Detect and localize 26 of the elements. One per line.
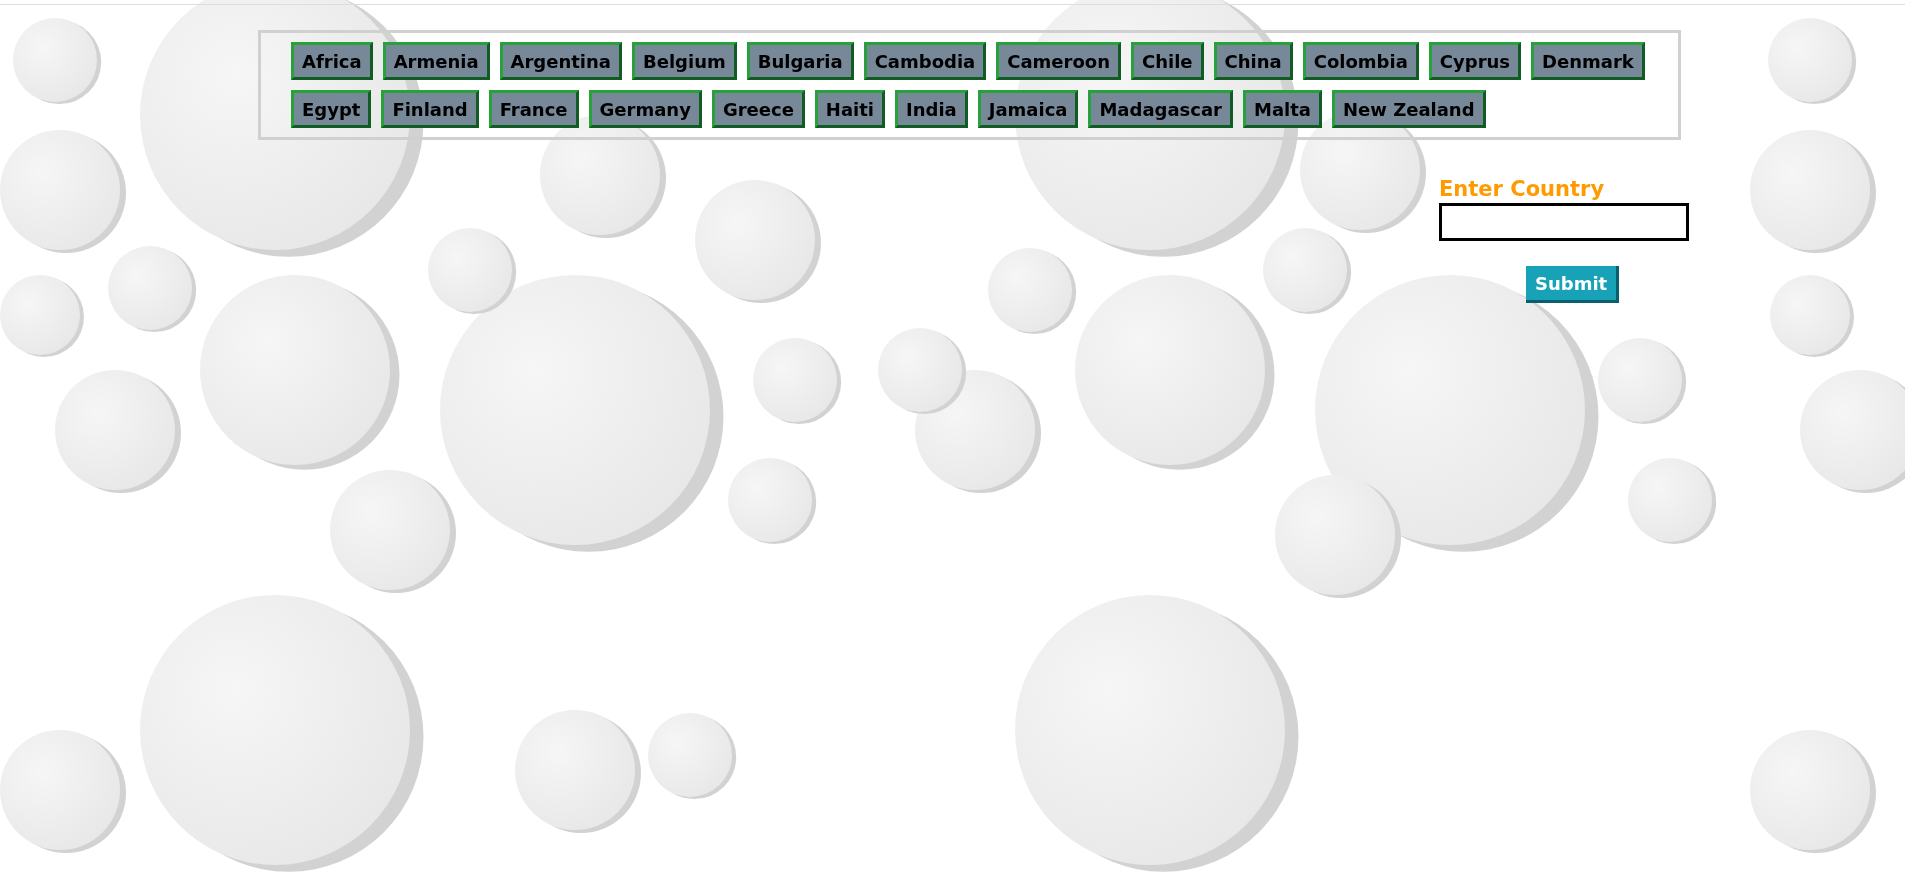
country-button[interactable]: China — [1213, 42, 1293, 80]
country-button[interactable]: Germany — [588, 90, 702, 128]
country-button[interactable]: Armenia — [382, 42, 490, 80]
country-button[interactable]: Greece — [711, 90, 805, 128]
country-button[interactable]: Belgium — [632, 42, 737, 80]
input-field[interactable] — [1439, 203, 1689, 241]
country-button[interactable]: Egypt — [291, 90, 372, 128]
country-button[interactable]: India — [895, 90, 968, 128]
country-button[interactable]: Colombia — [1302, 42, 1419, 80]
country-button[interactable]: New Zealand — [1331, 90, 1486, 128]
country-button[interactable]: Bulgaria — [746, 42, 854, 80]
country-button[interactable]: Jamaica — [977, 90, 1079, 128]
country-button[interactable]: Cambodia — [863, 42, 987, 80]
country-button[interactable]: Madagascar — [1088, 90, 1233, 128]
country-button[interactable]: Malta — [1243, 90, 1322, 128]
submit-button[interactable]: Submit — [1526, 266, 1620, 303]
country-button[interactable]: Finland — [381, 90, 479, 128]
country-button[interactable]: France — [488, 90, 579, 128]
country-button[interactable]: Chile — [1131, 42, 1204, 80]
country-button[interactable]: Haiti — [814, 90, 885, 128]
field-label: Enter Country — [1439, 176, 1605, 202]
country-button[interactable]: Africa — [291, 42, 373, 80]
country-button[interactable]: Cyprus — [1428, 42, 1522, 80]
country-button[interactable]: Cameroon — [996, 42, 1121, 80]
country-button[interactable]: Argentina — [499, 42, 622, 80]
country-button[interactable]: Denmark — [1531, 42, 1645, 80]
